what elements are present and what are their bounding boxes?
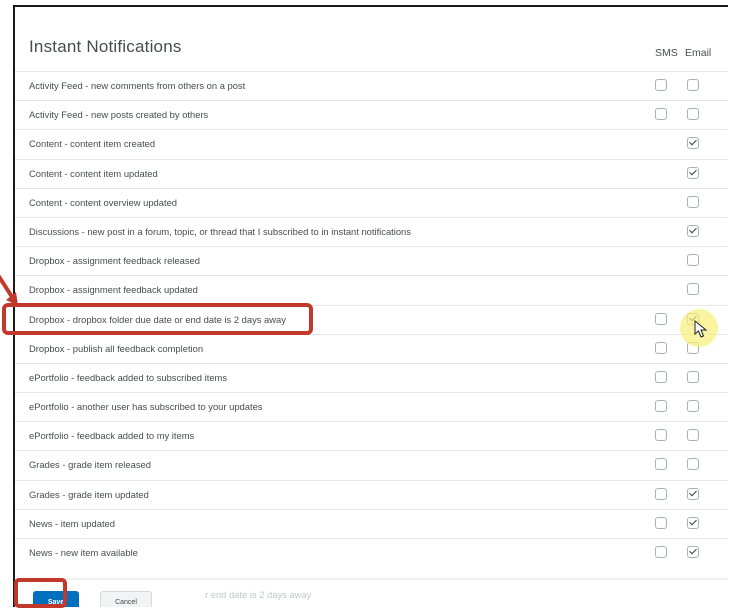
- notification-row: ePortfolio - feedback added to my items: [15, 421, 728, 450]
- notification-row: Dropbox - assignment feedback released: [15, 246, 728, 275]
- sms-checkbox[interactable]: [655, 312, 667, 325]
- email-checkbox[interactable]: [687, 137, 699, 150]
- notification-row: Dropbox - assignment feedback updated: [15, 275, 728, 304]
- notification-label: Dropbox - assignment feedback updated: [29, 284, 198, 296]
- notification-row: Dropbox - publish all feedback completio…: [15, 333, 728, 363]
- notification-row: Content - content item updated: [15, 158, 728, 188]
- notification-label: News - new item available: [29, 547, 138, 558]
- email-checkbox[interactable]: [687, 283, 699, 296]
- checkmark-icon: [689, 546, 697, 555]
- email-checkbox[interactable]: [687, 516, 699, 529]
- email-checkbox[interactable]: [687, 487, 699, 500]
- save-highlight-box: [14, 578, 67, 608]
- email-checkbox[interactable]: [687, 429, 699, 442]
- sms-checkbox[interactable]: [655, 108, 667, 121]
- notification-row: Grades - grade item updated: [15, 479, 728, 509]
- pointer-arrow-icon: [0, 274, 18, 306]
- checkmark-icon: [689, 517, 697, 526]
- notification-label: Content - content item created: [29, 138, 156, 150]
- email-checkbox[interactable]: [687, 370, 699, 383]
- notification-label: ePortfolio - another user has subscribed…: [29, 401, 263, 413]
- notification-row: Content - content item created: [15, 129, 728, 158]
- notification-label: Activity Feed - new posts created by oth…: [29, 109, 209, 121]
- notification-row: Activity Feed - new posts created by oth…: [15, 100, 728, 129]
- checkmark-icon: [689, 137, 697, 146]
- sms-checkbox[interactable]: [655, 516, 667, 529]
- notification-label: ePortfolio - feedback added to subscribe…: [29, 371, 228, 383]
- notification-label: News - item updated: [29, 517, 115, 529]
- sms-checkbox[interactable]: [655, 341, 667, 354]
- email-checkbox[interactable]: [687, 400, 699, 413]
- sms-checkbox[interactable]: [655, 400, 667, 413]
- sms-checkbox[interactable]: [655, 487, 667, 500]
- notification-label: Dropbox - publish all feedback completio…: [29, 342, 204, 354]
- notification-row: Content - content overview updated: [15, 187, 728, 217]
- row-highlight-box: [2, 303, 313, 335]
- email-checkbox[interactable]: [687, 166, 699, 179]
- sms-checkbox[interactable]: [655, 370, 667, 383]
- mouse-cursor-icon: [694, 320, 708, 338]
- notification-row: ePortfolio - another user has subscribed…: [15, 392, 728, 421]
- checkmark-icon: [689, 225, 697, 234]
- email-column-header: Email: [685, 47, 712, 59]
- cancel-button[interactable]: Cancel: [100, 591, 152, 607]
- sms-checkbox[interactable]: [655, 546, 667, 558]
- email-checkbox[interactable]: [687, 79, 699, 91]
- notification-label: Activity Feed - new comments from others…: [29, 80, 246, 91]
- sms-column-header: SMS: [655, 47, 678, 59]
- email-checkbox[interactable]: [687, 458, 699, 471]
- faded-row-text: r end date is 2 days away: [205, 589, 312, 600]
- notification-row: News - item updated: [15, 508, 728, 538]
- notification-row: ePortfolio - feedback added to subscribe…: [15, 362, 728, 392]
- notification-label: ePortfolio - feedback added to my items: [29, 430, 195, 442]
- sms-checkbox[interactable]: [655, 458, 667, 471]
- notification-label: Discussions - new post in a forum, topic…: [29, 225, 411, 237]
- notification-row: Grades - grade item released: [15, 450, 728, 479]
- notification-row: News - new item available: [15, 538, 728, 567]
- checkmark-icon: [689, 488, 697, 497]
- checkmark-icon: [689, 167, 697, 175]
- notification-row: Discussions - new post in a forum, topic…: [15, 216, 728, 246]
- page-title: Instant Notifications: [29, 37, 182, 56]
- notification-label: Content - content overview updated: [29, 196, 178, 208]
- notification-label: Grades - grade item released: [29, 459, 151, 471]
- email-checkbox[interactable]: [687, 546, 699, 558]
- sms-checkbox[interactable]: [655, 429, 667, 442]
- email-checkbox[interactable]: [687, 108, 699, 121]
- notification-label: Grades - grade item updated: [29, 488, 149, 500]
- notification-label: Content - content item updated: [29, 167, 158, 179]
- email-checkbox[interactable]: [687, 254, 699, 267]
- email-checkbox[interactable]: [687, 224, 699, 237]
- sms-checkbox[interactable]: [655, 79, 667, 91]
- notification-row: Activity Feed - new comments from others…: [15, 71, 728, 100]
- email-checkbox[interactable]: [687, 195, 699, 208]
- notification-label: Dropbox - assignment feedback released: [29, 255, 200, 267]
